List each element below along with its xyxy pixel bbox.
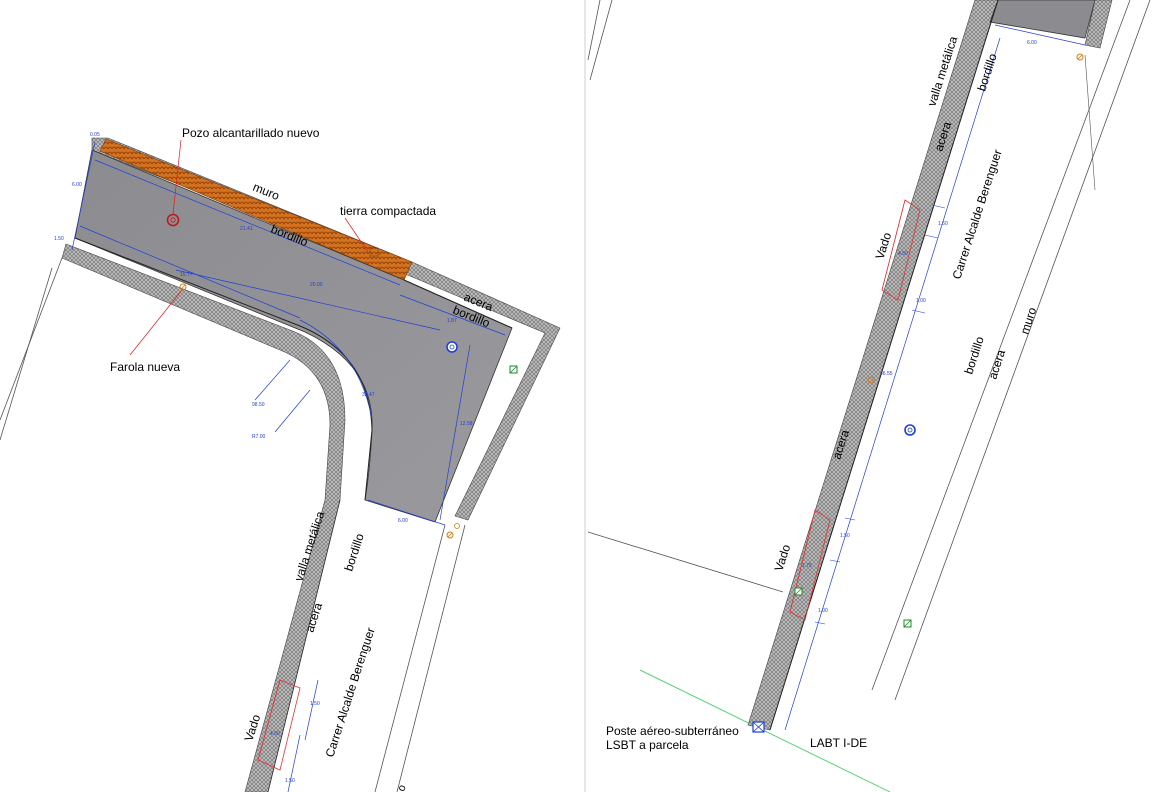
dim-text: 32.47	[362, 392, 375, 398]
left-plan-panel: Pozo alcantarillado nuevo tierra compact…	[0, 126, 561, 792]
dim-text: 12.58	[460, 421, 473, 427]
dim-text: 1.75	[802, 563, 812, 569]
annotation-farola: Farola nueva	[110, 360, 180, 374]
dim-text: R7.00	[252, 434, 266, 440]
dim-text: 4.50	[898, 251, 908, 257]
label-vado: Vado	[873, 230, 895, 260]
junction-box-icon	[509, 365, 518, 374]
label-street: Carrer Alcalde Berenguer	[323, 626, 378, 759]
dim-text: 6.00	[1027, 40, 1037, 46]
annotation-pozo: Pozo alcantarillado nuevo	[182, 126, 320, 140]
dim-text: 98.50	[252, 402, 265, 408]
dim-text: 1.87	[447, 318, 457, 324]
dim-text: 1.00	[818, 608, 828, 614]
dim-text: 20.00	[310, 282, 323, 288]
manhole-existing-icon	[446, 341, 458, 353]
streetlight-icon	[446, 531, 454, 539]
dimension-ticks-right	[814, 204, 946, 625]
parcel-line	[587, 531, 784, 593]
junction-box-icon	[903, 619, 912, 628]
dim-text: 1.50	[310, 701, 320, 707]
annotation-poste: LSBT a parcela	[606, 738, 689, 752]
left-road-edge	[0, 267, 53, 441]
annotation-tierra: tierra compactada	[340, 204, 436, 218]
road-edge-line	[1084, 54, 1096, 191]
road-surface-top	[989, 0, 1096, 39]
label-acera: acera	[986, 348, 1009, 381]
annotation-labt: LABT I-DE	[810, 736, 867, 750]
label-vado: Vado	[772, 542, 794, 572]
manhole-existing-icon	[904, 424, 916, 436]
right-plan-panel: valla metálica bordillo acera Carrer Alc…	[587, 0, 1151, 792]
label-bordillo: bordillo	[962, 334, 987, 375]
utility-pole-icon	[752, 721, 765, 733]
streetlight-icon	[1076, 53, 1084, 61]
sidewalk-hatch-right	[747, 0, 999, 731]
leader-farola	[129, 289, 183, 356]
dim-text: 4.50	[270, 731, 280, 737]
annotation-poste: Poste aéreo-subterráneo	[606, 724, 739, 738]
streetlight-icon	[454, 523, 460, 529]
road-edge-line	[396, 524, 466, 792]
dim-text: 21.41	[240, 226, 253, 232]
dim-text: 1.50	[938, 221, 948, 227]
road-edge-line	[871, 0, 1131, 691]
label-bordillo: bordillo	[342, 531, 367, 572]
dim-text: 1.00	[916, 298, 926, 304]
label-muro: muro	[1018, 305, 1040, 336]
road-edge-line	[374, 524, 446, 792]
dim-text: 15.77	[180, 272, 193, 278]
left-road-edge	[0, 257, 63, 421]
dim-text: 46.55	[880, 371, 893, 377]
dim-text: 6.00	[398, 518, 408, 524]
dim-text: 1.50	[285, 778, 295, 784]
dim-text: 6.00	[72, 182, 82, 188]
label-partial: o	[395, 783, 408, 792]
road-edge-line	[589, 0, 613, 81]
site-plan-drawing: Pozo alcantarillado nuevo tierra compact…	[0, 0, 1151, 792]
label-street: Carrer Alcalde Berenguer	[950, 148, 1005, 281]
dimension-line	[784, 37, 1001, 731]
dim-text: 0.05	[90, 132, 100, 138]
dim-text: 1.50	[54, 236, 64, 242]
dim-text: 1.50	[840, 533, 850, 539]
junction-box-icon	[794, 587, 803, 596]
